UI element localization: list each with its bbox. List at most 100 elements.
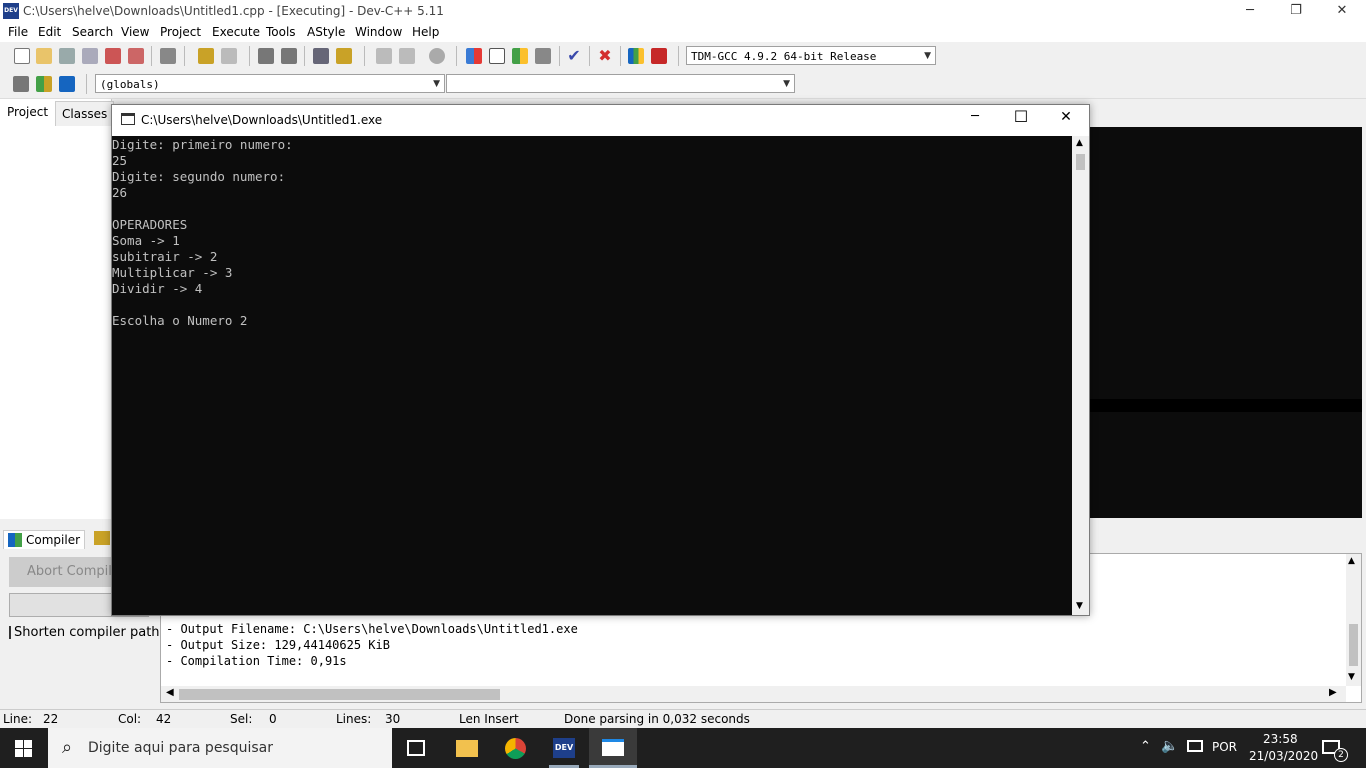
search-icon: ⌕ — [62, 737, 73, 758]
console-output[interactable]: Digite: primeiro numero: 25 Digite: segu… — [112, 136, 1072, 615]
chevron-up-icon[interactable]: ⌃ — [1140, 739, 1151, 754]
goto-line-icon[interactable] — [313, 48, 329, 64]
status-bar: Line: 22 Col: 42 Sel: 0 Lines: 30 Len In… — [0, 709, 1366, 729]
save-icon[interactable] — [59, 48, 75, 64]
toggle-comment-icon[interactable] — [429, 48, 445, 64]
insert-icon[interactable] — [13, 76, 29, 92]
chevron-right-icon[interactable]: ▶ — [1329, 687, 1337, 698]
menu-astyle[interactable]: AStyle — [307, 25, 345, 39]
console-line: Multiplicar -> 3 — [112, 265, 233, 280]
replace-icon[interactable] — [281, 48, 297, 64]
undo-icon[interactable] — [198, 48, 214, 64]
menu-tools[interactable]: Tools — [266, 25, 296, 39]
language-indicator[interactable]: POR — [1212, 740, 1237, 754]
unindent-icon[interactable] — [399, 48, 415, 64]
chevron-up-icon[interactable]: ▲ — [1348, 556, 1355, 566]
console-scrollbar[interactable]: ▲ ▼ — [1072, 136, 1089, 615]
bookmark-icon[interactable] — [336, 48, 352, 64]
redo-icon[interactable] — [221, 48, 237, 64]
status-line-value: 22 — [43, 712, 59, 726]
clock-date[interactable]: 21/03/2020 — [1249, 749, 1318, 763]
chevron-up-icon[interactable]: ▲ — [1076, 138, 1083, 148]
taskbar-search-box[interactable]: ⌕ Digite aqui para pesquisar — [48, 728, 392, 768]
file-explorer-icon[interactable] — [456, 740, 478, 757]
compile-run-icon[interactable] — [512, 48, 528, 64]
status-message: Done parsing in 0,032 seconds — [564, 712, 750, 726]
scope-select[interactable]: (globals) ▼ — [95, 74, 445, 93]
tab-compiler[interactable]: Compiler — [3, 530, 86, 549]
console-scroll-thumb[interactable] — [1076, 154, 1085, 170]
chevron-left-icon[interactable]: ◀ — [166, 687, 174, 698]
menu-search[interactable]: Search — [72, 25, 113, 39]
print-icon[interactable] — [160, 48, 176, 64]
resources-icon[interactable] — [94, 531, 110, 545]
shorten-paths-option[interactable]: Shorten compiler paths — [9, 624, 159, 640]
devcpp-taskbar-icon[interactable]: DEV — [553, 738, 575, 758]
rebuild-all-icon[interactable] — [535, 48, 551, 64]
maximize-button[interactable]: ❐ — [1273, 0, 1319, 23]
shorten-paths-checkbox[interactable] — [9, 625, 11, 639]
goto-definition-icon[interactable] — [59, 76, 75, 92]
tab-classes[interactable]: Classes — [55, 101, 115, 126]
chevron-down-icon[interactable]: ▼ — [1348, 672, 1355, 682]
new-file-icon[interactable] — [14, 48, 30, 64]
menu-window[interactable]: Window — [355, 25, 402, 39]
compiler-grid-icon — [8, 533, 22, 547]
close-all-icon[interactable] — [128, 48, 144, 64]
profile-icon[interactable] — [628, 48, 644, 64]
menu-bar: File Edit Search View Project Execute To… — [0, 23, 1366, 42]
compiler-select-value: TDM-GCC 4.9.2 64-bit Release — [691, 50, 877, 63]
menu-view[interactable]: View — [121, 25, 149, 39]
console-close-button[interactable]: ✕ — [1043, 109, 1089, 131]
chevron-down-icon[interactable]: ▼ — [1076, 601, 1083, 611]
close-button[interactable]: ✕ — [1319, 0, 1365, 23]
console-title-bar[interactable]: C:\Users\helve\Downloads\Untitled1.exe ─… — [112, 105, 1089, 135]
console-maximize-button[interactable]: ☐ — [998, 107, 1044, 129]
task-view-icon[interactable] — [407, 740, 425, 756]
stop-execution-icon[interactable]: ✖ — [597, 48, 613, 64]
clock-time[interactable]: 23:58 — [1263, 732, 1298, 746]
minimize-button[interactable]: ─ — [1227, 0, 1273, 23]
run-icon[interactable] — [489, 48, 505, 64]
log-horizontal-scroll-thumb[interactable] — [179, 689, 500, 700]
save-all-icon[interactable] — [82, 48, 98, 64]
menu-project[interactable]: Project — [160, 25, 201, 39]
network-icon[interactable] — [1187, 740, 1203, 752]
function-select[interactable]: ▼ — [446, 74, 795, 93]
chrome-icon[interactable] — [505, 738, 526, 759]
delete-profile-icon[interactable] — [651, 48, 667, 64]
class-toolbar: (globals) ▼ ▼ — [0, 70, 1366, 99]
status-col-label: Col: — [118, 712, 142, 726]
log-vertical-scrollbar[interactable]: ▲ ▼ — [1346, 554, 1361, 686]
indent-icon[interactable] — [376, 48, 392, 64]
compiler-select[interactable]: TDM-GCC 4.9.2 64-bit Release ▼ — [686, 46, 936, 65]
editor-area-lower[interactable] — [1090, 412, 1362, 518]
menu-execute[interactable]: Execute — [212, 25, 260, 39]
goto-declaration-icon[interactable] — [36, 76, 52, 92]
status-sel-value: 0 — [269, 712, 277, 726]
menu-file[interactable]: File — [8, 25, 28, 39]
close-file-icon[interactable] — [105, 48, 121, 64]
console-line: 25 — [112, 153, 128, 168]
notification-badge: 2 — [1334, 748, 1348, 762]
console-line: Digite: segundo numero: — [112, 169, 286, 184]
console-line: 26 — [112, 185, 128, 200]
tab-project[interactable]: Project — [0, 99, 56, 124]
log-vertical-scroll-thumb[interactable] — [1349, 624, 1358, 666]
console-minimize-button[interactable]: ─ — [952, 109, 998, 131]
log-line: - Output Size: 129,44140625 KiB — [166, 638, 390, 652]
log-horizontal-scrollbar[interactable]: ◀ ▶ — [161, 686, 1346, 702]
syntax-check-icon[interactable]: ✔ — [566, 48, 582, 64]
status-line-label: Line: — [3, 712, 33, 726]
project-panel: Project Classes — [0, 99, 115, 519]
find-icon[interactable] — [258, 48, 274, 64]
windows-start-icon[interactable] — [15, 740, 32, 757]
menu-help[interactable]: Help — [412, 25, 439, 39]
editor-area[interactable] — [1090, 127, 1362, 399]
compile-icon[interactable] — [466, 48, 482, 64]
speaker-icon[interactable]: 🔈 — [1161, 738, 1178, 754]
menu-edit[interactable]: Edit — [38, 25, 61, 39]
open-file-icon[interactable] — [36, 48, 52, 64]
log-line: - Output Filename: C:\Users\helve\Downlo… — [166, 622, 578, 636]
console-taskbar-button[interactable] — [589, 728, 637, 768]
